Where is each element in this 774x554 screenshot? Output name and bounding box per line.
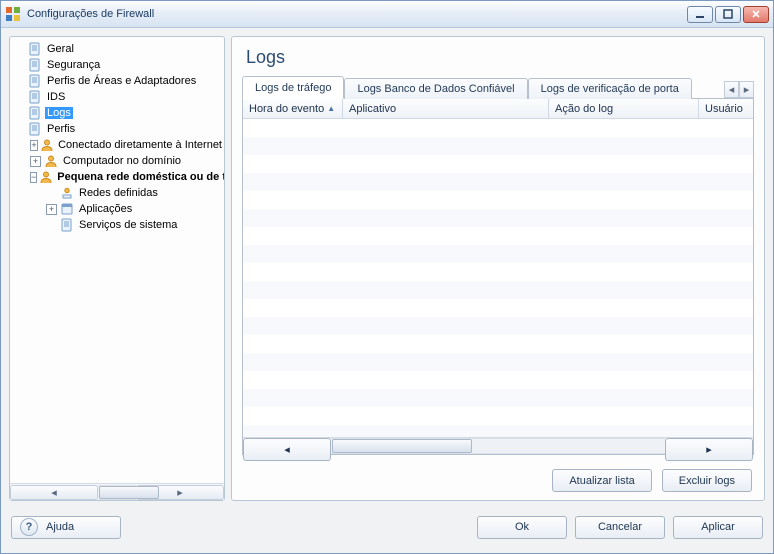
maximize-button[interactable] — [715, 6, 741, 23]
column-hora-evento[interactable]: Hora do evento ▲ — [243, 99, 343, 118]
grid-body[interactable] — [243, 119, 753, 437]
tree-item-pequena-rede[interactable]: − Pequena rede doméstica ou de trabalho — [10, 169, 224, 185]
tab-scroll: ◂ ▸ — [724, 81, 754, 98]
tab-scroll-right[interactable]: ▸ — [739, 81, 754, 98]
page-icon — [27, 89, 43, 105]
grid-hscrollbar[interactable]: ◂ ▸ — [243, 437, 753, 454]
column-acao-log[interactable]: Ação do log — [549, 99, 699, 118]
scroll-track[interactable] — [98, 485, 136, 500]
firewall-settings-window: Configurações de Firewall Geral — [0, 0, 774, 554]
tree-item-ids[interactable]: IDS — [10, 89, 224, 105]
page-icon — [27, 41, 43, 57]
page-title: Logs — [246, 47, 754, 68]
window-title: Configurações de Firewall — [27, 8, 687, 20]
page-icon — [27, 105, 43, 121]
column-usuario[interactable]: Usuário — [699, 99, 753, 118]
dialog-buttons: ? Ajuda Ok Cancelar Aplicar — [9, 507, 765, 547]
tab-logs-verificacao-porta[interactable]: Logs de verificação de porta — [528, 78, 692, 99]
grid-header: Hora do evento ▲ Aplicativo Ação do log … — [243, 99, 753, 119]
cancel-button[interactable]: Cancelar — [575, 516, 665, 539]
app-icon — [5, 6, 21, 22]
page-icon — [27, 121, 43, 137]
help-button[interactable]: ? Ajuda — [11, 516, 121, 539]
collapse-icon[interactable]: − — [30, 172, 37, 183]
tree-item-logs[interactable]: Logs — [10, 105, 224, 121]
content-pane: Logs Logs de tráfego Logs Banco de Dados… — [231, 36, 765, 501]
tree-item-seguranca[interactable]: Segurança — [10, 57, 224, 73]
profile-icon — [40, 137, 54, 153]
log-actions: Atualizar lista Excluir logs — [242, 455, 754, 492]
refresh-list-button[interactable]: Atualizar lista — [552, 469, 651, 492]
tab-scroll-left[interactable]: ◂ — [724, 81, 739, 98]
tree-item-conectado-internet[interactable]: + Conectado diretamente à Internet — [10, 137, 224, 153]
minimize-button[interactable] — [687, 6, 713, 23]
tree-item-aplicacoes[interactable]: + Aplicações — [10, 201, 224, 217]
expand-icon[interactable]: + — [30, 140, 38, 151]
close-button[interactable] — [743, 6, 769, 23]
services-icon — [59, 217, 75, 233]
tab-logs-bd-confiavel[interactable]: Logs Banco de Dados Confiável — [344, 78, 527, 99]
apply-button[interactable]: Aplicar — [673, 516, 763, 539]
sort-asc-icon: ▲ — [327, 104, 335, 113]
scroll-thumb[interactable] — [332, 439, 472, 453]
window-controls — [687, 6, 769, 23]
titlebar[interactable]: Configurações de Firewall — [1, 1, 773, 28]
log-grid: Hora do evento ▲ Aplicativo Ação do log … — [242, 98, 754, 455]
clear-logs-button[interactable]: Excluir logs — [662, 469, 752, 492]
expand-icon[interactable]: + — [46, 204, 57, 215]
expand-icon[interactable]: + — [30, 156, 41, 167]
tree-item-redes-definidas[interactable]: Redes definidas — [10, 185, 224, 201]
applications-icon — [59, 201, 75, 217]
help-icon: ? — [20, 518, 38, 536]
scroll-left-button[interactable]: ◂ — [10, 485, 98, 500]
tree-item-perfis-areas[interactable]: Perfis de Áreas e Adaptadores — [10, 73, 224, 89]
tree-item-geral[interactable]: Geral — [10, 41, 224, 57]
profile-icon — [39, 169, 53, 185]
tree-item-perfis[interactable]: Perfis — [10, 121, 224, 137]
log-tabs: Logs de tráfego Logs Banco de Dados Conf… — [242, 76, 754, 98]
tab-logs-trafego[interactable]: Logs de tráfego — [242, 76, 344, 99]
column-aplicativo[interactable]: Aplicativo — [343, 99, 549, 118]
nav-tree[interactable]: Geral Segurança Perfis de Áreas e Adapta… — [10, 37, 224, 483]
page-icon — [27, 73, 43, 89]
page-icon — [27, 57, 43, 73]
network-icon — [59, 185, 75, 201]
ok-button[interactable]: Ok — [477, 516, 567, 539]
tree-item-computador-dominio[interactable]: + Computador no domínio — [10, 153, 224, 169]
scroll-thumb[interactable] — [99, 486, 159, 499]
nav-tree-pane: Geral Segurança Perfis de Áreas e Adapta… — [9, 36, 225, 501]
profile-icon — [43, 153, 59, 169]
tree-item-servicos-sistema[interactable]: Serviços de sistema — [10, 217, 224, 233]
tree-hscrollbar[interactable]: ◂ ▸ — [10, 483, 224, 500]
